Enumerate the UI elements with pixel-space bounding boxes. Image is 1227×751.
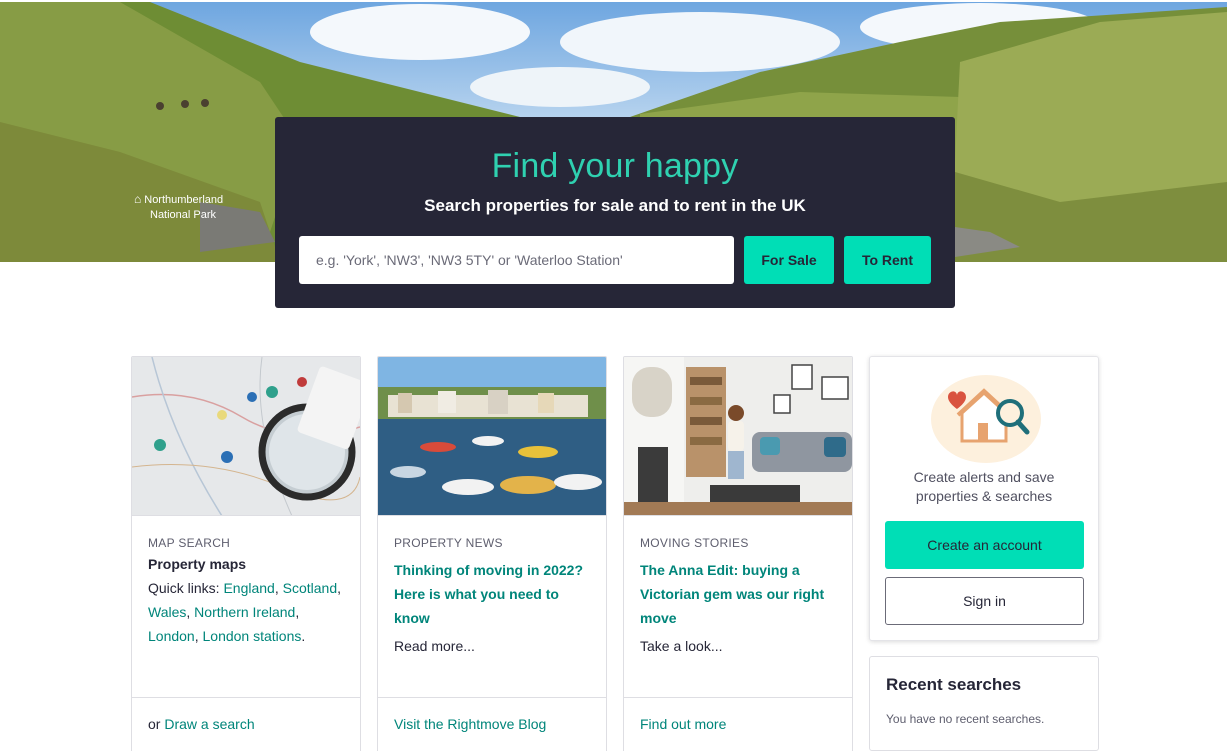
card-title: Property maps xyxy=(148,556,247,572)
draw-a-search-link[interactable]: Draw a search xyxy=(164,716,254,732)
card-property-news: PROPERTY NEWS Thinking of moving in 2022… xyxy=(377,356,607,751)
quick-link-london[interactable]: London xyxy=(148,628,195,644)
visit-blog-link[interactable]: Visit the Rightmove Blog xyxy=(394,716,546,732)
recent-searches-title: Recent searches xyxy=(886,675,1022,694)
map-pins-image[interactable] xyxy=(132,357,360,516)
account-promo-line1: Create alerts and save xyxy=(913,469,1055,485)
account-promo-line2: properties & searches xyxy=(915,488,1053,504)
quick-links-prefix: Quick links: xyxy=(148,580,224,596)
living-room-image[interactable] xyxy=(624,357,852,516)
park-logo: ⌂ Northumberland National Park xyxy=(134,192,223,223)
recent-searches-panel: Recent searches You have no recent searc… xyxy=(869,656,1099,751)
card-title-link[interactable]: The Anna Edit: buying a Victorian gem wa… xyxy=(640,558,836,630)
search-panel: Find your happy Search properties for sa… xyxy=(275,117,955,308)
location-search-input[interactable] xyxy=(299,236,734,284)
card-footer: Visit the Rightmove Blog xyxy=(378,697,606,750)
card-footer: or Draw a search xyxy=(132,697,360,750)
quick-link-scotland[interactable]: Scotland xyxy=(283,580,337,596)
park-logo-line2: National Park xyxy=(150,209,217,221)
card-footer: Find out more xyxy=(624,697,852,750)
quick-links: Quick links: England, Scotland, Wales, N… xyxy=(148,580,342,644)
quick-link-london-stations[interactable]: London stations xyxy=(203,628,302,644)
card-text: Read more... xyxy=(394,638,475,654)
hero-title: Find your happy xyxy=(491,147,739,185)
to-rent-button[interactable]: To Rent xyxy=(844,236,931,284)
account-panel: Create alerts and save properties & sear… xyxy=(869,356,1099,641)
find-out-more-link[interactable]: Find out more xyxy=(640,716,726,732)
hero-subtitle: Search properties for sale and to rent i… xyxy=(424,196,806,215)
footer-prefix: or xyxy=(148,716,165,732)
quick-link-northern-ireland[interactable]: Northern Ireland xyxy=(194,604,295,620)
sign-in-button[interactable]: Sign in xyxy=(885,577,1084,625)
card-kicker: MOVING STORIES xyxy=(640,536,749,550)
house-magnifier-icon xyxy=(931,375,1041,463)
card-text: Take a look... xyxy=(640,638,723,654)
recent-searches-empty: You have no recent searches. xyxy=(886,712,1045,726)
card-kicker: PROPERTY NEWS xyxy=(394,536,503,550)
create-account-button[interactable]: Create an account xyxy=(885,521,1084,569)
card-title-link[interactable]: Thinking of moving in 2022? Here is what… xyxy=(394,558,590,630)
card-kicker: MAP SEARCH xyxy=(148,536,231,550)
park-logo-line1: Northumberland xyxy=(144,194,224,206)
card-map-search: MAP SEARCH Property maps Quick links: En… xyxy=(131,356,361,751)
for-sale-button[interactable]: For Sale xyxy=(744,236,834,284)
account-promo-text: Create alerts and save properties & sear… xyxy=(870,468,1098,506)
search-row: For Sale To Rent xyxy=(299,236,931,284)
harbour-boats-image[interactable] xyxy=(378,357,606,516)
quick-link-england[interactable]: England xyxy=(223,580,274,596)
card-moving-stories: MOVING STORIES The Anna Edit: buying a V… xyxy=(623,356,853,751)
quick-link-wales[interactable]: Wales xyxy=(148,604,186,620)
home-outline-icon: ⌂ xyxy=(134,192,142,206)
